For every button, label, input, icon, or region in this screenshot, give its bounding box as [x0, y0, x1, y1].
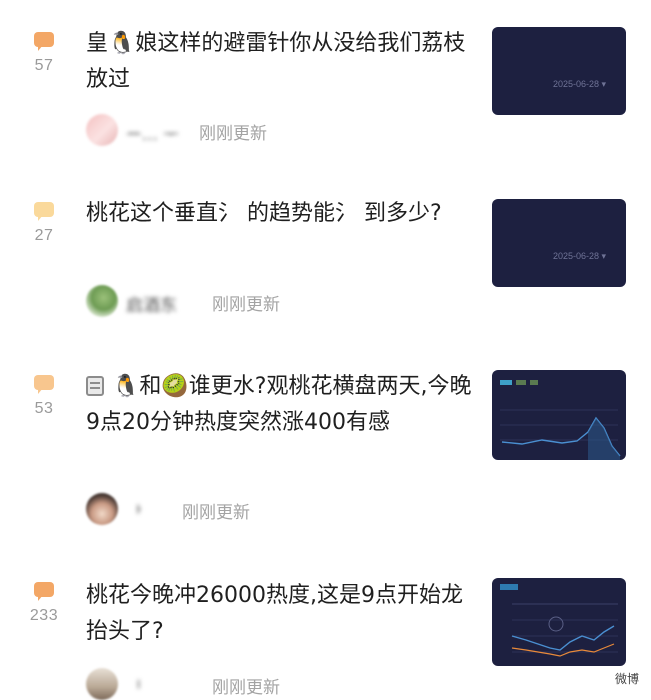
- author-name[interactable]: 启酒东: [126, 291, 177, 316]
- avatar[interactable]: [86, 285, 118, 317]
- post-title[interactable]: 桃花这个垂直氵 的趋势能氵 到多少?: [86, 196, 476, 232]
- avatar[interactable]: [86, 114, 118, 146]
- post-item[interactable]: 27 桃花这个垂直氵 的趋势能氵 到多少? 启酒东 刚刚更新 2025-06-2…: [0, 170, 651, 345]
- thumbnail-date: 2025-06-28 ▾: [552, 79, 606, 89]
- author-row: ᅡ 刚刚更新: [86, 493, 286, 525]
- author-name[interactable]: ᅭ... ᅮ: [126, 120, 179, 145]
- update-time: 刚刚更新: [212, 678, 280, 698]
- post-item[interactable]: 57 皇🐧娘这样的避雷针你从没给我们荔枝放过 ᅭ... ᅮ 刚刚更新 2025-…: [0, 0, 651, 170]
- comment-bubble-icon: [34, 32, 54, 52]
- reply-count-column: 57: [22, 32, 66, 75]
- post-thumbnail[interactable]: [492, 370, 626, 460]
- post-title[interactable]: 桃花今晚冲26000热度,这是9点开始龙抬头了?: [86, 578, 476, 650]
- reply-count: 27: [34, 227, 54, 244]
- author-row: ᅵ 刚刚更新: [86, 668, 306, 700]
- author-row: 启酒东 刚刚更新: [86, 285, 306, 317]
- author-row: ᅭ... ᅮ 刚刚更新: [86, 114, 286, 146]
- reply-count-column: 233: [22, 582, 66, 625]
- author-name[interactable]: ᅵ: [126, 674, 142, 699]
- post-item[interactable]: 233 桃花今晚冲26000热度,这是9点开始龙抬头了? ᅵ 刚刚更新: [0, 560, 651, 700]
- post-thumbnail[interactable]: 2025-06-28 ▾: [492, 199, 626, 287]
- update-time: 刚刚更新: [212, 295, 280, 315]
- comment-bubble-icon: [34, 202, 54, 222]
- post-title[interactable]: 🐧和🥝谁更水?观桃花横盘两天,今晚9点20分钟热度突然涨400有感: [86, 369, 476, 441]
- post-item[interactable]: 53 🐧和🥝谁更水?观桃花横盘两天,今晚9点20分钟热度突然涨400有感 ᅡ 刚…: [0, 345, 651, 560]
- reply-count: 53: [34, 400, 54, 417]
- comment-bubble-icon: [34, 582, 54, 602]
- author-name[interactable]: ᅡ: [126, 499, 142, 524]
- post-thumbnail[interactable]: [492, 578, 626, 666]
- reply-count-column: 27: [22, 202, 66, 245]
- document-icon: [86, 376, 104, 396]
- update-time: 刚刚更新: [182, 503, 250, 523]
- reply-count: 233: [29, 607, 59, 624]
- reply-count: 57: [34, 57, 54, 74]
- post-title[interactable]: 皇🐧娘这样的避雷针你从没给我们荔枝放过: [86, 26, 476, 98]
- post-feed: 57 皇🐧娘这样的避雷针你从没给我们荔枝放过 ᅭ... ᅮ 刚刚更新 2025-…: [0, 0, 651, 700]
- avatar[interactable]: [86, 668, 118, 700]
- post-thumbnail[interactable]: 2025-06-28 ▾: [492, 27, 626, 115]
- comment-bubble-icon: [34, 375, 54, 395]
- post-title-text: 🐧和🥝谁更水?观桃花横盘两天,今晚9点20分钟热度突然涨400有感: [86, 374, 472, 435]
- avatar[interactable]: [86, 493, 118, 525]
- thumbnail-date: 2025-06-28 ▾: [552, 251, 606, 261]
- reply-count-column: 53: [22, 375, 66, 418]
- update-time: 刚刚更新: [199, 124, 267, 144]
- trend-chart-thumbnail: [500, 380, 621, 460]
- weibo-watermark: 微博: [610, 669, 643, 688]
- trend-chart-thumbnail: [500, 584, 618, 657]
